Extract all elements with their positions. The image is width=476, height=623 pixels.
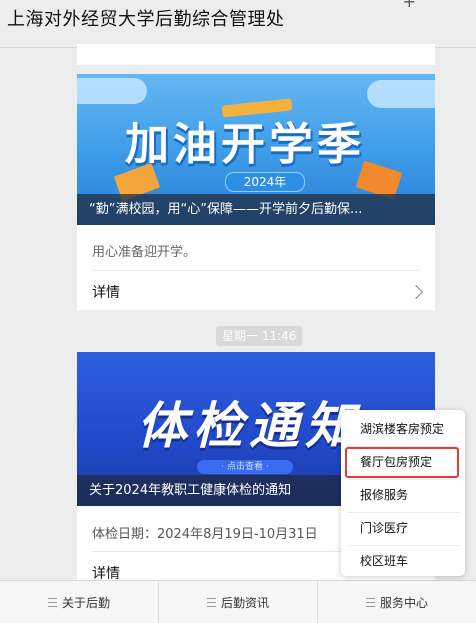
article-title[interactable]: “勤”满校园，用“心”保障——开学前夕后勤保...: [77, 194, 435, 225]
article-description: 用心准备迎开学。: [92, 245, 197, 260]
banner-headline: 体检通知: [137, 397, 361, 455]
article-banner-1[interactable]: 加油开学季 2024年 “勤”满校园，用“心”保障——开学前夕后勤保...: [77, 74, 435, 225]
cloud-decoration: [77, 78, 147, 104]
bottom-navigation: 关于后勤 后勤资讯 服务中心: [0, 580, 476, 623]
menu-icon: [47, 597, 57, 607]
page-title: 上海对外经贸大学后勤综合管理处: [7, 9, 285, 30]
chevron-right-icon[interactable]: [408, 284, 424, 300]
message-timestamp: 星期一 11:46: [216, 326, 303, 346]
menu-icon: [365, 597, 375, 607]
nav-label: 服务中心: [379, 595, 428, 610]
cloud-decoration: [367, 80, 435, 108]
menu-item-campus-shuttle[interactable]: 校区班车: [341, 545, 465, 578]
menu-item-guest-room-booking[interactable]: 湖滨楼客房预定: [341, 413, 465, 446]
highlight-box: [345, 447, 459, 478]
banner-click-hint: · 点击查看 ·: [197, 460, 293, 474]
article-description: 体检日期：2024年8月19日-10月31日: [92, 527, 318, 542]
nav-label: 后勤资讯: [220, 595, 269, 610]
divider: [92, 270, 420, 271]
banner-year-badge: 2024年: [225, 172, 305, 192]
banner-headline: 加油开学季: [125, 119, 365, 170]
menu-item-clinic[interactable]: 门诊医疗: [341, 512, 465, 545]
article-card-partial: [77, 44, 435, 65]
nav-label: 关于后勤: [61, 595, 110, 610]
nav-logistics-news[interactable]: 后勤资讯: [158, 581, 317, 623]
nav-service-center[interactable]: 服务中心: [317, 581, 476, 623]
article-card-1[interactable]: 加油开学季 2024年 “勤”满校园，用“心”保障——开学前夕后勤保... 用心…: [77, 74, 435, 310]
service-center-submenu: 湖滨楼客房预定 餐厅包房预定 报修服务 门诊医疗 校区班车: [341, 410, 465, 576]
menu-icon: [206, 597, 216, 607]
plus-icon[interactable]: +: [403, 0, 416, 11]
details-link[interactable]: 详情: [92, 282, 120, 302]
top-bar: 上海对外经贸大学后勤综合管理处 +: [0, 0, 476, 48]
menu-item-repair-service[interactable]: 报修服务: [341, 479, 465, 512]
nav-about-logistics[interactable]: 关于后勤: [0, 581, 158, 623]
